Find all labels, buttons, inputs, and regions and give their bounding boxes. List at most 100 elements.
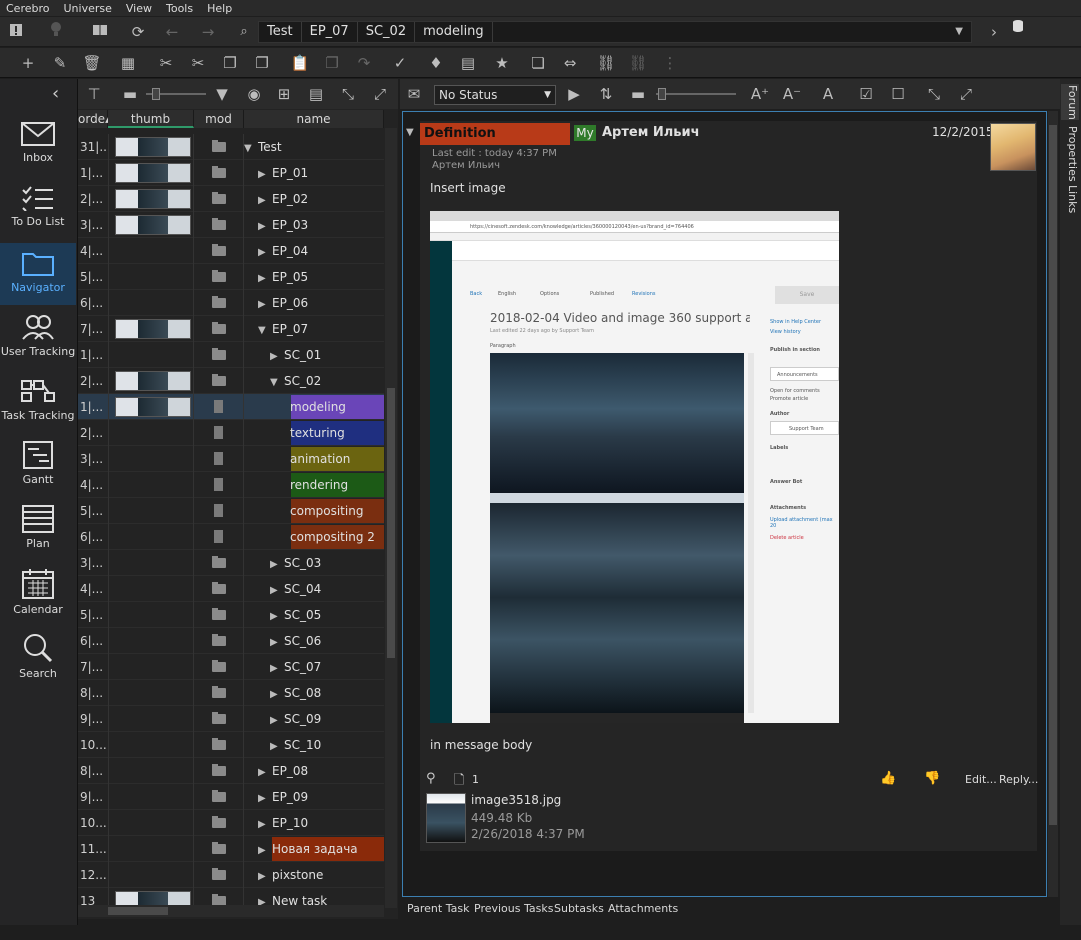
menu-help[interactable]: Help bbox=[207, 2, 232, 15]
nav-todo[interactable]: To Do List bbox=[0, 179, 76, 241]
expand-all-icon[interactable]: ⤢ bbox=[954, 82, 978, 106]
table-row[interactable]: 1|... ▶ EP_01 bbox=[78, 160, 384, 186]
table-row[interactable]: 5|... ▶ SC_05 bbox=[78, 602, 384, 628]
message-icon[interactable]: ✉ bbox=[402, 82, 426, 106]
table-row[interactable]: 4|... rendering bbox=[78, 472, 384, 498]
expanded-triangle-icon[interactable]: ▼ bbox=[270, 370, 284, 396]
table-row[interactable]: 6|... ▶ EP_06 bbox=[78, 290, 384, 316]
export-icon[interactable]: ▤ bbox=[304, 82, 328, 106]
table-row[interactable]: 12... ▶ pixstone bbox=[78, 862, 384, 888]
expand-all-icon[interactable]: ⤢ bbox=[368, 82, 392, 106]
row-thumbnail[interactable] bbox=[115, 137, 191, 157]
paste-link-icon[interactable]: ❐ bbox=[320, 51, 344, 75]
collapse-all-icon[interactable]: ⤡ bbox=[922, 82, 946, 106]
col-order[interactable]: orde▴ bbox=[78, 110, 111, 128]
table-row[interactable]: 1|... ▶ SC_01 bbox=[78, 342, 384, 368]
row-name[interactable]: texturing bbox=[290, 420, 345, 446]
row-thumbnail[interactable] bbox=[115, 189, 191, 209]
archive-icon[interactable]: ▦ bbox=[116, 51, 140, 75]
thumbs-up-icon[interactable]: 👍 bbox=[880, 771, 896, 786]
row-name[interactable]: ▼ EP_07 bbox=[258, 316, 308, 342]
eye-icon[interactable]: ◉ bbox=[242, 82, 266, 106]
alert-icon[interactable] bbox=[4, 20, 28, 44]
table-row[interactable]: 3|... ▶ SC_03 bbox=[78, 550, 384, 576]
row-name[interactable]: ▼ Test bbox=[244, 134, 282, 160]
breadcrumb-item[interactable]: EP_07 bbox=[302, 22, 358, 42]
report-icon[interactable]: ▤ bbox=[456, 51, 480, 75]
row-name[interactable]: animation bbox=[290, 446, 350, 472]
collapse-all-icon[interactable]: ⤡ bbox=[336, 82, 360, 106]
collapsed-triangle-icon[interactable]: ▶ bbox=[258, 864, 272, 890]
collapsed-triangle-icon[interactable]: ▶ bbox=[270, 604, 284, 630]
delete-icon[interactable]: 🗑 bbox=[80, 51, 104, 75]
attachment-thumbnail[interactable] bbox=[426, 793, 466, 843]
nav-inbox[interactable]: Inbox bbox=[0, 115, 76, 177]
table-row[interactable]: 6|... ▶ SC_06 bbox=[78, 628, 384, 654]
row-name[interactable]: ▼ SC_02 bbox=[270, 368, 321, 394]
filmstrip-icon[interactable]: ▬ bbox=[626, 82, 650, 106]
pin-icon[interactable]: ♦ bbox=[424, 51, 448, 75]
table-row[interactable]: 3|... animation bbox=[78, 446, 384, 472]
menu-universe[interactable]: Universe bbox=[64, 2, 112, 15]
refresh-icon[interactable]: ⟳ bbox=[126, 20, 150, 44]
image-size-slider[interactable] bbox=[656, 88, 736, 100]
collapsed-triangle-icon[interactable]: ▶ bbox=[270, 344, 284, 370]
binoculars-icon[interactable]: ⚲ bbox=[426, 771, 436, 786]
table-row[interactable]: 2|... ▶ EP_02 bbox=[78, 186, 384, 212]
edit-icon[interactable]: ✎ bbox=[48, 51, 72, 75]
checkbox-empty-icon[interactable]: ☐ bbox=[886, 82, 910, 106]
copy-link-icon[interactable]: ❐ bbox=[250, 51, 274, 75]
redo-icon[interactable]: ↷ bbox=[352, 51, 376, 75]
table-row[interactable]: 7|... ▼ EP_07 bbox=[78, 316, 384, 342]
row-name[interactable]: ▶ SC_09 bbox=[270, 706, 321, 732]
row-name[interactable]: compositing bbox=[290, 498, 363, 524]
add-icon[interactable]: + bbox=[16, 51, 40, 75]
link-icon[interactable]: ⛓ bbox=[594, 51, 618, 75]
paste-icon[interactable]: 📋 bbox=[288, 51, 312, 75]
tab-forum[interactable]: Forum bbox=[1061, 84, 1079, 120]
collapsed-triangle-icon[interactable]: ▶ bbox=[258, 188, 272, 214]
row-name[interactable]: ▶ EP_01 bbox=[258, 160, 308, 186]
nav-task-tracking[interactable]: Task Tracking bbox=[0, 371, 76, 433]
nav-search[interactable]: Search bbox=[0, 627, 76, 689]
table-row[interactable]: 9|... ▶ EP_09 bbox=[78, 784, 384, 810]
breadcrumb-item[interactable]: modeling bbox=[415, 22, 493, 42]
collapsed-triangle-icon[interactable]: ▶ bbox=[270, 552, 284, 578]
sort-icon[interactable]: ⇅ bbox=[594, 82, 618, 106]
database-icon[interactable] bbox=[1006, 17, 1030, 41]
row-name[interactable]: ▶ Новая задача bbox=[258, 836, 358, 862]
book-icon[interactable] bbox=[88, 20, 112, 44]
collapsed-triangle-icon[interactable]: ▶ bbox=[270, 656, 284, 682]
font-icon[interactable]: A bbox=[816, 82, 840, 106]
nav-gantt[interactable]: Gantt bbox=[0, 435, 76, 497]
expanded-triangle-icon[interactable]: ▼ bbox=[244, 136, 258, 162]
nav-plan[interactable]: Plan bbox=[0, 499, 76, 561]
table-row[interactable]: 6|... compositing 2 bbox=[78, 524, 384, 550]
collapsed-triangle-icon[interactable]: ▶ bbox=[258, 786, 272, 812]
table-row[interactable]: 8|... ▶ SC_08 bbox=[78, 680, 384, 706]
row-name[interactable]: ▶ SC_10 bbox=[270, 732, 321, 758]
row-thumbnail[interactable] bbox=[115, 215, 191, 235]
hierarchy-icon[interactable]: ⊤ bbox=[82, 82, 106, 106]
collapse-triangle-icon[interactable]: ▼ bbox=[406, 127, 414, 138]
tab-subtasks[interactable]: Subtasks bbox=[554, 902, 604, 915]
collapsed-triangle-icon[interactable]: ▶ bbox=[258, 838, 272, 864]
row-name[interactable]: ▶ SC_04 bbox=[270, 576, 321, 602]
tab-attachments[interactable]: Attachments bbox=[608, 902, 678, 915]
collapsed-triangle-icon[interactable]: ▶ bbox=[270, 682, 284, 708]
table-row[interactable]: 7|... ▶ SC_07 bbox=[78, 654, 384, 680]
table-row[interactable]: 10... ▶ EP_10 bbox=[78, 810, 384, 836]
menu-tools[interactable]: Tools bbox=[166, 2, 193, 15]
col-thumb[interactable]: thumb bbox=[108, 110, 194, 128]
attachment-file-name[interactable]: image3518.jpg bbox=[471, 793, 561, 807]
filter-icon[interactable]: ▼ bbox=[210, 82, 234, 106]
table-icon[interactable]: ⊞ bbox=[272, 82, 296, 106]
row-name[interactable]: rendering bbox=[290, 472, 348, 498]
panel-scrollbar[interactable] bbox=[1048, 111, 1058, 897]
embedded-image[interactable]: https://cinesoft.zendesk.com/knowledge/a… bbox=[430, 211, 839, 723]
search-icon[interactable]: ⌕ bbox=[232, 20, 256, 44]
table-row[interactable]: 1|... modeling bbox=[78, 394, 384, 420]
collapsed-triangle-icon[interactable]: ▶ bbox=[270, 734, 284, 760]
collapsed-triangle-icon[interactable]: ▶ bbox=[270, 578, 284, 604]
collapsed-triangle-icon[interactable]: ▶ bbox=[258, 162, 272, 188]
